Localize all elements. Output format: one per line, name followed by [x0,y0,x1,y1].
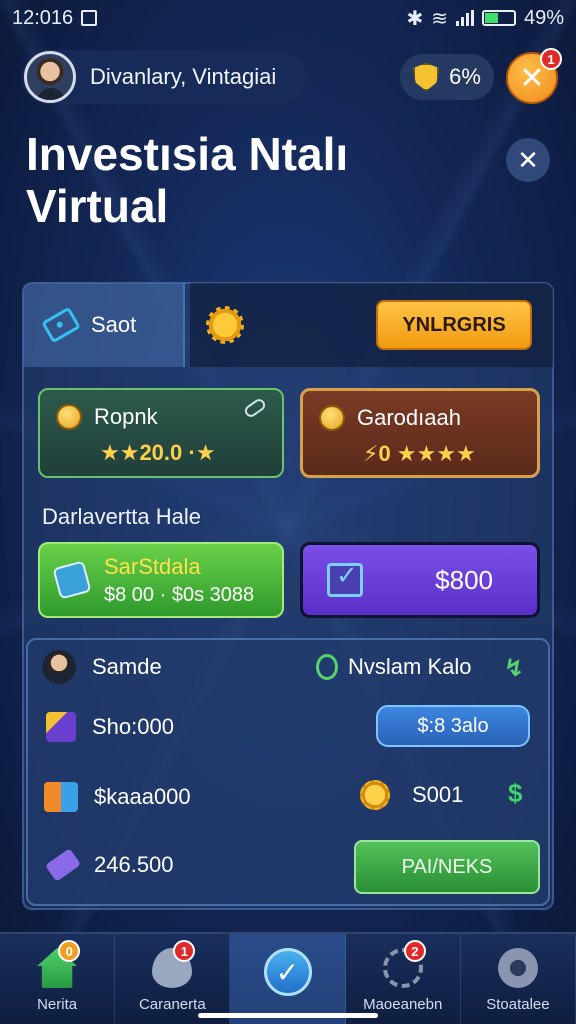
card-icon [46,712,76,742]
avatar [42,650,76,684]
tab-sort-label: Saot [91,312,137,337]
tab-sort[interactable]: Saot [23,283,185,367]
nav-item-settings[interactable]: Maoeanebn 2 [346,934,461,1024]
list-item-right-label: Nvslam Kalo [348,654,472,679]
blue-action-button[interactable]: $:8 3alo [376,705,530,747]
nav-badge: 2 [403,940,426,962]
target-icon [497,948,538,988]
shield-icon [413,63,440,91]
card-green-value: ★★20.0 ·★ [100,440,216,465]
action-button[interactable]: YNLRGRIS [376,300,532,350]
list-item-value: Sho:000 [92,714,174,739]
nav-item-check[interactable]: ✓ [230,934,346,1024]
nav-item-label: Caranerta [138,996,206,1013]
section-label: Darlavertta Hale [42,504,201,529]
nav-item-fire[interactable]: Caranerta 1 [115,934,231,1024]
coin-icon [319,405,345,431]
card-green-label: Ropnk [94,404,158,429]
profile-pill[interactable]: Divanlary, Vintagiai [22,50,306,104]
list-item: $kaaa000 [44,782,191,812]
notification-badge: 1 [540,48,562,70]
green-balance-button[interactable]: SarStdala $8 00 · $0s 3088 [38,542,284,618]
eraser-icon [44,848,82,882]
gear-icon[interactable] [206,306,244,344]
close-icon: ✕ [519,61,545,95]
card-brown-label: Garodıaah [357,405,461,430]
green-action-button[interactable]: PAI/NEKS [354,840,540,894]
coin-icon [360,780,390,810]
list-item: Samde [42,650,162,684]
green-button-title: SarStdala [104,554,201,579]
boxes-icon [44,782,78,812]
status-bar: 12:016 ✱ ≋ 49% [0,0,576,36]
bluetooth-icon: ✱ [406,7,424,30]
list-item-right-value: S001 [412,782,464,807]
nav-item-label: Nerita [37,996,78,1013]
nav-item-target[interactable]: Stoatalee [461,934,576,1024]
shield-value: 6% [449,64,481,89]
page-title: Investısia Ntalı Virtual [26,128,349,232]
trend-up-icon: ↯ [504,655,525,682]
checkbox-icon [327,560,363,597]
profile-name: Divanlary, Vintagiai [90,64,277,89]
status-time: 12:016 [12,6,74,29]
shield-status[interactable]: 6% [400,54,494,100]
list-item-name: Samde [92,654,162,679]
wifi-icon: ≋ [431,7,448,30]
stopwatch-icon [316,654,338,680]
stat-card-green[interactable]: Ropnk ★★20.0 ·★ [38,388,284,478]
tag-icon [41,306,81,344]
signal-icon [455,10,474,26]
battery-percent: 49% [523,6,564,29]
list-item-value: 246.500 [94,852,174,877]
home-indicator[interactable] [198,1013,378,1018]
image-notification-icon [81,10,98,26]
list-item: 246.500 [44,848,174,882]
close-orange-button[interactable]: ✕ 1 [506,48,562,104]
close-icon: ✕ [517,144,539,175]
nav-badge: 1 [173,940,196,962]
stat-card-brown[interactable]: Garodıaah ⚡0 ★★★★ [300,388,540,478]
close-button[interactable]: ✕ [506,138,550,182]
list-item-value: $kaaa000 [94,784,191,809]
nav-item-label: Stoatalee [486,996,550,1013]
purple-amount-button[interactable]: $800 [300,542,540,618]
card-brown-value: ⚡0 ★★★★ [363,441,476,466]
purple-button-amount: $800 [435,564,493,595]
nav-badge: 0 [58,940,81,962]
avatar[interactable] [24,51,76,103]
bottom-nav: Nerita 0 Caranerta 1 ✓ Maoeanebn 2 Stoat… [0,932,576,1024]
nav-item-home[interactable]: Nerita 0 [0,934,116,1024]
list-item: Sho:000 [46,712,174,742]
nav-item-label: Maoeanebn [363,996,443,1013]
dollar-icon: $ [508,778,523,808]
check-icon: ✓ [263,948,312,996]
coin-icon [56,404,82,430]
battery-icon [481,10,516,26]
list-item-right: Nvslam Kalo [316,654,471,680]
list-item-right: S001 [360,780,463,810]
